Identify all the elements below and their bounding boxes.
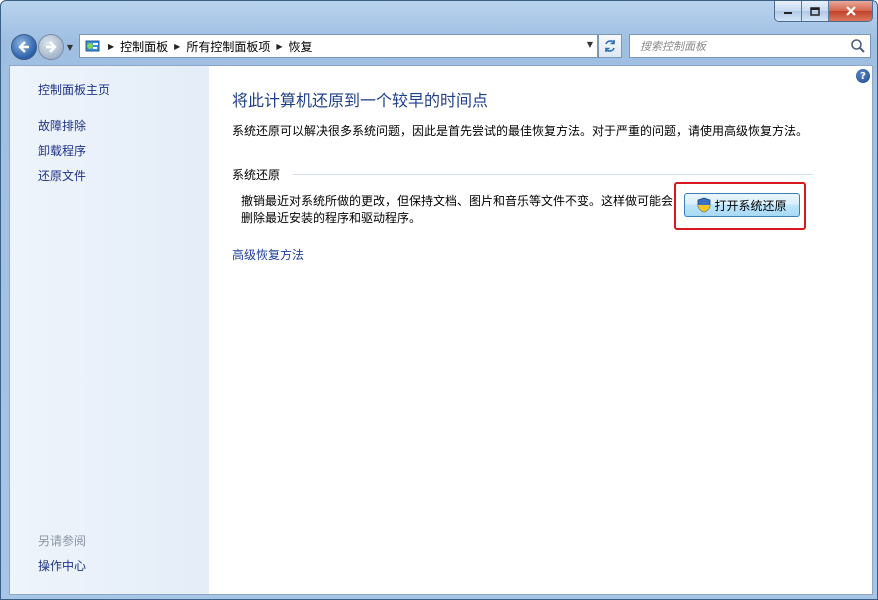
uac-shield-icon xyxy=(698,197,711,213)
close-button[interactable] xyxy=(829,1,872,21)
open-system-restore-button[interactable]: 打开系统还原 xyxy=(684,193,800,217)
breadcrumb-separator-icon[interactable]: ▶ xyxy=(276,42,282,51)
explorer-window: ▼ ▶ 控制面板 ▶ 所有控制面板项 ▶ 恢复 ▼ 控制面板主页 故障排除 卸载… xyxy=(0,0,878,600)
open-system-restore-label: 打开系统还原 xyxy=(714,198,787,213)
search-icon[interactable] xyxy=(850,38,866,54)
search-box xyxy=(629,34,871,58)
forward-button[interactable] xyxy=(38,34,64,60)
system-restore-heading: 系统还原 xyxy=(232,168,281,182)
refresh-button[interactable] xyxy=(598,34,622,58)
sidebar-item-home[interactable]: 控制面板主页 xyxy=(38,81,110,98)
recent-pages-dropdown[interactable]: ▼ xyxy=(65,40,75,54)
minimize-icon xyxy=(784,12,792,14)
sidebar: 控制面板主页 故障排除 卸载程序 还原文件 另请参阅 操作中心 xyxy=(10,66,209,594)
sidebar-item-action-center[interactable]: 操作中心 xyxy=(38,557,86,574)
main-panel: ? 将此计算机还原到一个较早的时间点 系统还原可以解决很多系统问题，因此是首先尝… xyxy=(209,66,872,594)
forward-arrow-icon xyxy=(46,41,57,53)
maximize-icon xyxy=(810,6,820,16)
search-input[interactable] xyxy=(638,38,850,54)
navigation-bar: ▼ ▶ 控制面板 ▶ 所有控制面板项 ▶ 恢复 ▼ xyxy=(1,30,877,64)
refresh-icon xyxy=(605,40,615,52)
close-icon xyxy=(845,6,856,16)
address-bar[interactable]: ▶ 控制面板 ▶ 所有控制面板项 ▶ 恢复 ▼ xyxy=(79,34,598,58)
advanced-recovery-link[interactable]: 高级恢复方法 xyxy=(232,246,304,263)
sidebar-item-troubleshooting[interactable]: 故障排除 xyxy=(38,117,86,134)
window-controls xyxy=(774,1,873,22)
sidebar-item-uninstall[interactable]: 卸载程序 xyxy=(38,142,86,159)
see-also-heading: 另请参阅 xyxy=(38,534,87,548)
help-icon[interactable]: ? xyxy=(856,69,870,83)
maximize-button[interactable] xyxy=(802,1,829,21)
breadcrumb-separator-icon[interactable]: ▶ xyxy=(174,42,180,51)
page-description: 系统还原可以解决很多系统问题，因此是首先尝试的最佳恢复方法。对于严重的问题，请使… xyxy=(232,124,809,138)
back-button[interactable] xyxy=(11,34,37,60)
title-bar[interactable] xyxy=(1,1,877,29)
breadcrumb-control-panel[interactable]: 控制面板 xyxy=(120,38,168,55)
address-dropdown-icon[interactable]: ▼ xyxy=(587,40,593,49)
control-panel-icon xyxy=(84,38,102,54)
back-arrow-icon xyxy=(18,41,29,53)
sidebar-item-restore-files[interactable]: 还原文件 xyxy=(38,167,86,184)
breadcrumb-separator-icon[interactable]: ▶ xyxy=(108,42,114,51)
system-restore-description: 撤销最近对系统所做的更改，但保持文档、图片和音乐等文件不变。这样做可能会删除最近… xyxy=(241,194,674,225)
content-area: 控制面板主页 故障排除 卸载程序 还原文件 另请参阅 操作中心 ? 将此计算机还… xyxy=(9,65,873,595)
page-title: 将此计算机还原到一个较早的时间点 xyxy=(232,91,489,110)
chevron-down-icon: ▼ xyxy=(66,42,74,52)
minimize-button[interactable] xyxy=(775,1,802,21)
section-divider xyxy=(293,174,813,175)
breadcrumb-recovery[interactable]: 恢复 xyxy=(289,38,313,55)
breadcrumb-all-items[interactable]: 所有控制面板项 xyxy=(186,38,270,55)
